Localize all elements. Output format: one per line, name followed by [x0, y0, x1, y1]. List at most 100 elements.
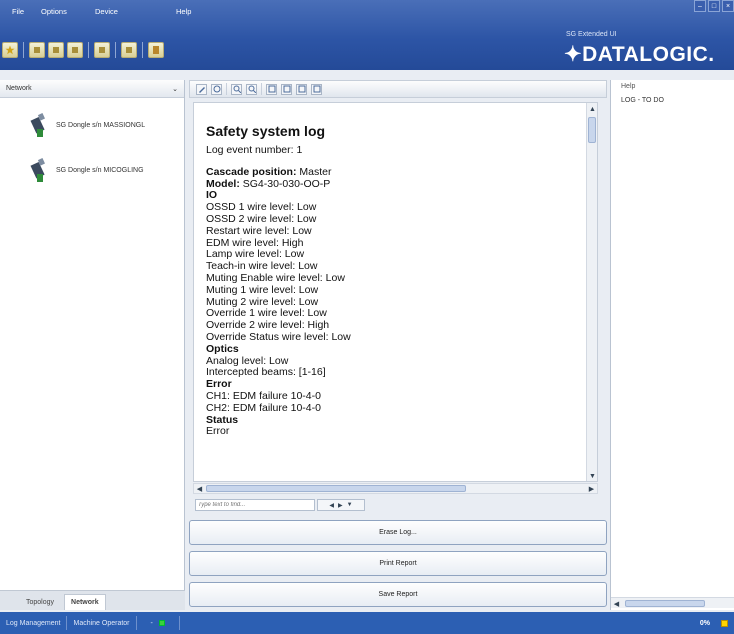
log-viewer[interactable]: Safety system log Log event number: 1 Cas…	[193, 102, 598, 482]
device-label: SG Dongle s/n MASSIONGL	[56, 121, 146, 129]
layout-icon[interactable]	[281, 83, 292, 95]
find-navigation[interactable]: ◀ ▶ ▼	[317, 499, 365, 511]
log-line: Override Status wire level: Low	[206, 330, 351, 343]
menu-options[interactable]: Options	[41, 7, 67, 16]
scroll-left-icon[interactable]: ◀	[612, 599, 621, 608]
app-subtitle: SG Extended UI	[566, 31, 617, 38]
scroll-thumb[interactable]	[625, 600, 705, 607]
scroll-right-icon[interactable]: ▶	[587, 484, 596, 493]
toolbar-divider	[261, 83, 262, 95]
report-icon[interactable]	[148, 42, 164, 58]
menu-help[interactable]: Help	[176, 7, 191, 16]
vertical-scrollbar[interactable]: ▲ ▼	[586, 103, 597, 481]
dongle-icon	[30, 113, 45, 137]
find-bar: ◀ ▶ ▼	[193, 496, 598, 514]
device-item[interactable]: SG Dongle s/n MASSIONGL	[30, 112, 145, 138]
log-line: Muting Enable wire level: Low	[206, 271, 345, 284]
network-dropdown-label: Network	[6, 85, 32, 92]
toolbar-divider	[142, 42, 143, 58]
log-field-value: SG4-30-030-OO-P	[239, 177, 331, 190]
main-toolbar	[2, 38, 164, 62]
help-text: LOG - TO DO	[621, 97, 664, 104]
find-input[interactable]	[195, 499, 315, 511]
log-field-value: Master	[296, 165, 332, 178]
device-icon[interactable]	[94, 42, 110, 58]
log-line: CH1: EDM failure 10-4-0	[206, 389, 321, 402]
log-content: Safety system log Log event number: 1 Cas…	[206, 123, 586, 438]
brand-logo: ✦DATALOGIC.	[564, 43, 715, 66]
status-percent: 0%	[699, 619, 710, 627]
scroll-thumb[interactable]	[588, 117, 596, 143]
find-previous-icon[interactable]: ◀	[329, 502, 334, 509]
scroll-up-icon[interactable]: ▲	[588, 105, 597, 114]
log-line: Error	[206, 425, 230, 438]
toolbar-divider	[115, 42, 116, 58]
device-label: SG Dongle s/n MICOGLING	[56, 166, 144, 174]
log-title: Safety system log	[206, 123, 326, 139]
log-line: Muting 1 wire level: Low	[206, 283, 319, 296]
log-field-key: Cascade position:	[206, 165, 297, 178]
status-user: Machine Operator	[67, 616, 137, 630]
tab-topology[interactable]: Topology	[20, 595, 60, 610]
log-section-heading: Optics	[206, 342, 239, 355]
device-icon[interactable]	[48, 42, 64, 58]
edit-icon[interactable]	[196, 83, 207, 95]
scroll-down-icon[interactable]: ▼	[588, 472, 597, 481]
network-panel: Network ⌄ SG Dongle s/n MASSIONGL SG Don…	[0, 80, 185, 610]
menu-file[interactable]: File	[12, 7, 24, 16]
refresh-icon[interactable]	[211, 83, 222, 95]
dongle-icon	[30, 158, 45, 182]
help-panel: Help LOG - TO DO ◀	[610, 80, 734, 610]
log-field: Model: SG4-30-030-OO-P	[206, 177, 586, 191]
tab-network[interactable]: Network	[64, 594, 106, 610]
device-icon[interactable]	[121, 42, 137, 58]
find-next-icon[interactable]: ▶	[338, 502, 343, 509]
log-line: Restart wire level: Low	[206, 224, 312, 237]
window-controls: – □ ×	[694, 0, 734, 12]
network-dropdown[interactable]: Network ⌄	[0, 80, 184, 98]
page-icon[interactable]	[311, 83, 322, 95]
menu-device[interactable]: Device	[95, 7, 118, 16]
log-line: CH2: EDM failure 10-4-0	[206, 401, 321, 414]
log-line: Intercepted beams: [1-16]	[206, 366, 326, 379]
minimize-icon[interactable]: –	[694, 0, 706, 12]
help-horizontal-scrollbar[interactable]: ◀	[611, 597, 734, 608]
status-led-icon	[721, 619, 728, 627]
connection-led-icon	[158, 620, 165, 626]
device-item[interactable]: SG Dongle s/n MICOGLING	[30, 157, 144, 183]
print-report-button[interactable]: Print Report	[189, 551, 607, 576]
zoom-in-icon[interactable]	[231, 83, 242, 95]
close-icon[interactable]: ×	[722, 0, 734, 12]
status-connection: -	[137, 616, 180, 630]
help-header: Help	[621, 83, 636, 90]
device-icon[interactable]	[29, 42, 45, 58]
log-field-key: Model:	[206, 177, 240, 190]
scroll-thumb[interactable]	[206, 485, 466, 492]
status-bar: Log Management Machine Operator - 0%	[0, 612, 734, 634]
chevron-down-icon: ⌄	[172, 85, 178, 93]
log-line: OSSD 2 wire level: Low	[206, 212, 317, 225]
status-mode: Log Management	[0, 616, 68, 630]
horizontal-scrollbar[interactable]: ◀ ▶	[193, 483, 598, 494]
title-bar: File Options Device Help SG Extended UI …	[0, 0, 734, 70]
page-icon[interactable]	[296, 83, 307, 95]
find-options-icon[interactable]: ▼	[347, 502, 353, 508]
maximize-icon[interactable]: □	[708, 0, 720, 12]
scroll-left-icon[interactable]: ◀	[195, 484, 204, 493]
status-dash: -	[150, 619, 153, 627]
toolbar-divider	[226, 83, 227, 95]
zoom-out-icon[interactable]	[246, 83, 257, 95]
star-icon[interactable]	[2, 42, 18, 58]
left-panel-tabs: Topology Network	[0, 590, 185, 610]
device-icon[interactable]	[67, 42, 83, 58]
grid-icon[interactable]	[266, 83, 277, 95]
log-panel: Safety system log Log event number: 1 Cas…	[189, 80, 607, 610]
erase-log-button[interactable]: Erase Log...	[189, 520, 607, 545]
log-toolbar	[189, 80, 607, 98]
toolbar-divider	[88, 42, 89, 58]
toolbar-divider	[23, 42, 24, 58]
log-section-heading: Status	[206, 413, 239, 426]
log-lines: Log event number: 1 Cascade position: Mas…	[206, 144, 586, 438]
log-line: Log event number: 1	[206, 144, 303, 156]
save-report-button[interactable]: Save Report	[189, 582, 607, 607]
